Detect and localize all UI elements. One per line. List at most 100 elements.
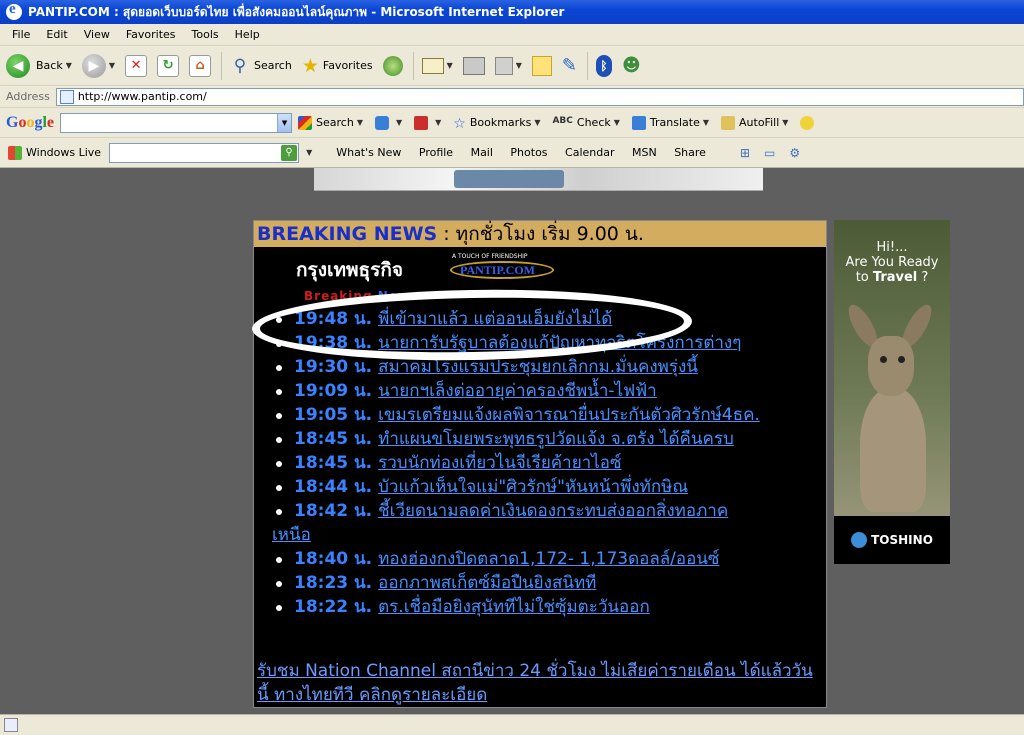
add-gadget-icon[interactable]: ⊞: [740, 146, 750, 160]
news-headline-link[interactable]: บัวแก้วเห็นใจแม่"ศิวรักษ์"หันหน้าพึ่งทัก…: [378, 477, 688, 497]
mail-button[interactable]: ▼: [421, 57, 453, 74]
popup-blocker-button[interactable]: ▼: [414, 115, 441, 130]
google-logo[interactable]: Google: [6, 114, 54, 132]
ad-line-3-bold: Travel: [872, 270, 918, 285]
print-button[interactable]: [462, 56, 485, 75]
news-list: 19:48 น. พี่เข้ามาแล้ว แต่ออนเอ็มยังไม่ได…: [254, 307, 826, 619]
spellcheck-button[interactable]: ABC Check ▼: [552, 116, 619, 130]
news-headline-link[interactable]: นายการับรัฐบาลต้องแก้ปัญหาทุจริตโครงการต…: [378, 333, 741, 353]
messenger-button[interactable]: ☻: [622, 55, 641, 76]
forward-arrow-icon: ▶: [81, 53, 106, 78]
news-headline-link[interactable]: พี่เข้ามาแล้ว แต่ออนเอ็มยังไม่ได้: [378, 309, 612, 329]
edit-button[interactable]: ▼: [494, 56, 522, 75]
search-icon[interactable]: ⚲: [281, 144, 298, 161]
list-item: 19:30 น. สมาคมโรงแรมประชุมยกเลิกกม.มั่นคง…: [272, 355, 816, 379]
menu-tools[interactable]: Tools: [184, 28, 227, 41]
bluetooth-button[interactable]: ᛒ: [595, 54, 612, 77]
menu-edit[interactable]: Edit: [38, 28, 75, 41]
note-icon: [531, 55, 552, 76]
favorites-button[interactable]: ★ Favorites: [302, 55, 373, 77]
top-banner-image[interactable]: [314, 168, 763, 191]
live-link-msn[interactable]: MSN: [632, 146, 657, 159]
live-link-share[interactable]: Share: [674, 146, 706, 159]
menu-view[interactable]: View: [76, 28, 118, 41]
chevron-down-icon[interactable]: ▼: [277, 113, 292, 132]
live-link-whats-new[interactable]: What's New: [336, 146, 401, 159]
note-button[interactable]: [531, 55, 552, 76]
live-link-photos[interactable]: Photos: [510, 146, 547, 159]
menu-file[interactable]: File: [4, 28, 38, 41]
highlight-button[interactable]: [800, 115, 818, 130]
search-button[interactable]: ⚲ Search: [230, 56, 292, 76]
google-search-icon: [298, 115, 313, 130]
news-headline-link[interactable]: รวบนักท่องเที่ยวไนจีเรียค้ายาไอซ์: [378, 453, 621, 473]
windows-flag-icon: [8, 145, 22, 160]
list-item: 18:44 น. บัวแก้วเห็นใจแม่"ศิวรักษ์"หันหน้…: [272, 475, 816, 499]
bullet-icon: [276, 605, 282, 611]
news-time: 18:45 น.: [294, 453, 373, 473]
chevron-down-icon[interactable]: ▼: [534, 118, 540, 127]
mail-icon: [421, 57, 444, 74]
bullet-icon: [276, 461, 282, 467]
news-headline-link[interactable]: นายกฯเล็งต่ออายุค่าครองชีพน้ำ-ไฟฟ้า: [378, 381, 657, 401]
live-link-calendar[interactable]: Calendar: [565, 146, 614, 159]
history-button[interactable]: [382, 55, 403, 76]
printer-icon: [462, 56, 485, 75]
chevron-down-icon[interactable]: ▼: [614, 118, 620, 127]
history-icon: [382, 55, 403, 76]
menu-favorites[interactable]: Favorites: [118, 28, 184, 41]
news-headline-link[interactable]: เขมรเตรียมแจ้งผลพิจารณายื่นประกันตัวศิวร…: [378, 405, 760, 425]
messenger-pen-button[interactable]: ✎: [562, 55, 577, 76]
chevron-down-icon[interactable]: ▼: [782, 118, 788, 127]
window-icon[interactable]: ▭: [764, 146, 775, 160]
list-item: 18:45 น. ทำแผนขโมยพระพุทธรูปวัดแจ้ง จ.ตรั…: [272, 427, 816, 451]
edit-dropdown-icon[interactable]: ▼: [516, 61, 522, 70]
google-search-button[interactable]: Search ▼: [298, 115, 363, 130]
live-link-mail[interactable]: Mail: [471, 146, 493, 159]
news-headline-link[interactable]: ตร.เชื่อมือยิงสุนัททีไม่ใช่ซุ้มตะวันออก: [378, 597, 650, 617]
autofill-button[interactable]: AutoFill ▼: [721, 115, 788, 130]
news-headline-link[interactable]: ชี้เวียดนามลดค่าเงินดองกระทบส่งออกสิ่งทอ…: [378, 501, 728, 521]
news-headline-link[interactable]: ทำแผนขโมยพระพุทธรูปวัดแจ้ง จ.ตรัง ได้คืน…: [378, 429, 734, 449]
edit-icon: [494, 56, 513, 75]
google-add-button[interactable]: ▼: [374, 115, 402, 130]
bullet-icon: [276, 341, 282, 347]
google-search-input[interactable]: ▼: [60, 112, 293, 133]
menu-help[interactable]: Help: [227, 28, 268, 41]
forward-button[interactable]: ▶ ▼: [81, 53, 115, 78]
chevron-down-icon[interactable]: ▼: [396, 118, 402, 127]
news-time: 18:23 น.: [294, 573, 373, 593]
breaking-news-box: BREAKING NEWS : ทุกชั่วโมง เริ่ม 9.00 น.…: [253, 220, 827, 708]
news-headline-link[interactable]: ออกภาพสเก็ตซ์มือปืนยิงสนิทที: [378, 573, 596, 593]
live-link-profile[interactable]: Profile: [419, 146, 453, 159]
back-button[interactable]: ◀ Back ▼: [6, 53, 72, 78]
back-dropdown-icon[interactable]: ▼: [66, 61, 72, 70]
mail-dropdown-icon[interactable]: ▼: [447, 61, 453, 70]
forward-dropdown-icon[interactable]: ▼: [109, 61, 115, 70]
live-search-input[interactable]: ⚲: [109, 142, 300, 163]
settings-icon[interactable]: ⚙: [789, 146, 800, 160]
home-button[interactable]: ⌂: [189, 54, 212, 77]
refresh-button[interactable]: ↻: [157, 54, 180, 77]
news-headline-link-continued[interactable]: เหนือ: [272, 523, 816, 547]
list-item: 19:48 น. พี่เข้ามาแล้ว แต่ออนเอ็มยังไม่ได…: [272, 307, 816, 331]
list-item: 18:40 น. ทองฮ่องกงปิดตลาด1,172- 1,173ดอลล…: [272, 547, 816, 571]
chevron-down-icon[interactable]: ▼: [306, 148, 312, 157]
page-status-icon: [4, 718, 18, 732]
bookmarks-button[interactable]: ☆ Bookmarks ▼: [453, 116, 540, 132]
news-headline-link[interactable]: สมาคมโรงแรมประชุมยกเลิกกม.มั่นคงพรุ่งนี้: [378, 357, 698, 377]
status-bar: [0, 714, 1024, 735]
windows-live-label[interactable]: Windows Live: [26, 146, 101, 159]
translate-button[interactable]: Translate ▼: [631, 115, 709, 130]
chevron-down-icon[interactable]: ▼: [435, 118, 441, 127]
stop-button[interactable]: ✕: [125, 54, 148, 77]
strip-red-text: Breaking: [304, 289, 373, 303]
chevron-down-icon[interactable]: ▼: [357, 118, 363, 127]
kangaroo-travel-ad[interactable]: Hi!... Are You Ready to Travel ? TOSHINO: [834, 220, 950, 564]
ad-line-1: Hi!...: [876, 240, 908, 255]
news-headline-link[interactable]: ทองฮ่องกงปิดตลาด1,172- 1,173ดอลล์/ออนซ์: [378, 549, 719, 569]
chevron-down-icon[interactable]: ▼: [703, 118, 709, 127]
address-input[interactable]: http://www.pantip.com/: [55, 87, 1024, 106]
breaking-news-schedule: : ทุกชั่วโมง เริ่ม 9.00 น.: [443, 223, 644, 245]
nation-channel-link[interactable]: รับชม Nation Channel สถานีข่าว 24 ชั่วโม…: [257, 659, 817, 707]
